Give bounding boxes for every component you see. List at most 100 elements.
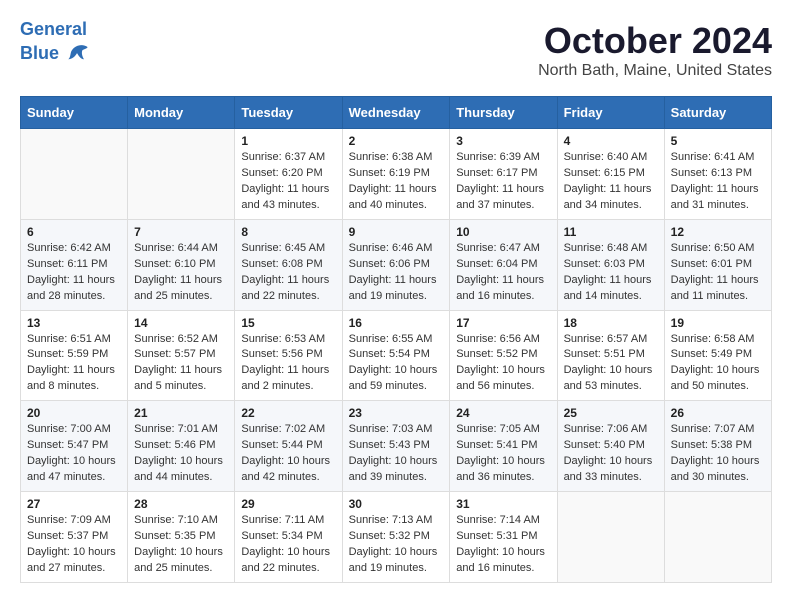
day-header-row: SundayMondayTuesdayWednesdayThursdayFrid…: [21, 97, 772, 129]
week-row-2: 6 Sunrise: 6:42 AM Sunset: 6:11 PM Daylig…: [21, 219, 772, 310]
week-row-3: 13 Sunrise: 6:51 AM Sunset: 5:59 PM Dayli…: [21, 310, 772, 401]
day-info: Sunrise: 7:06 AM Sunset: 5:40 PM Dayligh…: [564, 422, 658, 486]
day-info: Sunrise: 6:47 AM Sunset: 6:04 PM Dayligh…: [456, 241, 550, 305]
calendar-cell: 7Sunrise: 6:44 AM Sunset: 6:10 PM Daylig…: [128, 219, 235, 310]
day-info: Sunrise: 6:48 AM Sunset: 6:03 PM Dayligh…: [564, 241, 658, 305]
week-row-1: 1Sunrise: 6:37 AM Sunset: 6:20 PM Daylig…: [21, 129, 772, 220]
day-info: Sunrise: 7:03 AM Sunset: 5:43 PM Dayligh…: [349, 422, 444, 486]
calendar-cell: 21Sunrise: 7:01 AM Sunset: 5:46 PM Dayli…: [128, 401, 235, 492]
day-number: 2: [349, 134, 444, 148]
calendar-cell: 14Sunrise: 6:52 AM Sunset: 5:57 PM Dayli…: [128, 310, 235, 401]
day-number: 10: [456, 225, 550, 239]
day-number: 4: [564, 134, 658, 148]
calendar-cell: 16 Sunrise: 6:55 AM Sunset: 5:54 PM Dayli…: [342, 310, 450, 401]
day-info: Sunrise: 6:58 AM Sunset: 5:49 PM Dayligh…: [671, 332, 765, 396]
calendar-cell: 13 Sunrise: 6:51 AM Sunset: 5:59 PM Dayli…: [21, 310, 128, 401]
column-header-thursday: Thursday: [450, 97, 557, 129]
calendar-cell: 9 Sunrise: 6:46 AM Sunset: 6:06 PM Daylig…: [342, 219, 450, 310]
day-info: Sunrise: 6:52 AM Sunset: 5:57 PM Dayligh…: [134, 332, 228, 396]
calendar-cell: 23 Sunrise: 7:03 AM Sunset: 5:43 PM Dayli…: [342, 401, 450, 492]
day-info: Sunrise: 7:07 AM Sunset: 5:38 PM Dayligh…: [671, 422, 765, 486]
day-number: 29: [241, 497, 335, 511]
day-number: 15: [241, 316, 335, 330]
calendar-cell: 26 Sunrise: 7:07 AM Sunset: 5:38 PM Dayli…: [664, 401, 771, 492]
calendar-cell: 29 Sunrise: 7:11 AM Sunset: 5:34 PM Dayli…: [235, 492, 342, 583]
calendar-cell: 20 Sunrise: 7:00 AM Sunset: 5:47 PM Dayli…: [21, 401, 128, 492]
page-header: General Blue October 2024 North Bath, Ma…: [20, 20, 772, 80]
day-info: Sunrise: 6:44 AM Sunset: 6:10 PM Dayligh…: [134, 241, 228, 305]
day-info: Sunrise: 6:53 AM Sunset: 5:56 PM Dayligh…: [241, 332, 335, 396]
day-info: Sunrise: 7:02 AM Sunset: 5:44 PM Dayligh…: [241, 422, 335, 486]
calendar-cell: 3 Sunrise: 6:39 AM Sunset: 6:17 PM Daylig…: [450, 129, 557, 220]
day-info: Sunrise: 7:00 AM Sunset: 5:47 PM Dayligh…: [27, 422, 121, 486]
calendar-cell: [557, 492, 664, 583]
day-number: 23: [349, 406, 444, 420]
day-info: Sunrise: 6:51 AM Sunset: 5:59 PM Dayligh…: [27, 332, 121, 396]
column-header-tuesday: Tuesday: [235, 97, 342, 129]
day-info: Sunrise: 7:11 AM Sunset: 5:34 PM Dayligh…: [241, 513, 335, 577]
column-header-monday: Monday: [128, 97, 235, 129]
day-number: 1: [241, 134, 335, 148]
day-info: Sunrise: 7:05 AM Sunset: 5:41 PM Dayligh…: [456, 422, 550, 486]
calendar-cell: 12 Sunrise: 6:50 AM Sunset: 6:01 PM Dayli…: [664, 219, 771, 310]
day-number: 20: [27, 406, 121, 420]
calendar-title: October 2024: [538, 20, 772, 62]
column-header-wednesday: Wednesday: [342, 97, 450, 129]
calendar-cell: 5Sunrise: 6:41 AM Sunset: 6:13 PM Daylig…: [664, 129, 771, 220]
day-info: Sunrise: 6:57 AM Sunset: 5:51 PM Dayligh…: [564, 332, 658, 396]
day-info: Sunrise: 6:40 AM Sunset: 6:15 PM Dayligh…: [564, 150, 658, 214]
column-header-friday: Friday: [557, 97, 664, 129]
calendar-cell: 11 Sunrise: 6:48 AM Sunset: 6:03 PM Dayli…: [557, 219, 664, 310]
day-info: Sunrise: 6:45 AM Sunset: 6:08 PM Dayligh…: [241, 241, 335, 305]
calendar-cell: 17 Sunrise: 6:56 AM Sunset: 5:52 PM Dayli…: [450, 310, 557, 401]
day-number: 18: [564, 316, 658, 330]
day-number: 24: [456, 406, 550, 420]
day-number: 30: [349, 497, 444, 511]
day-info: Sunrise: 7:13 AM Sunset: 5:32 PM Dayligh…: [349, 513, 444, 577]
calendar-cell: 28Sunrise: 7:10 AM Sunset: 5:35 PM Dayli…: [128, 492, 235, 583]
day-number: 6: [27, 225, 121, 239]
day-number: 31: [456, 497, 550, 511]
column-header-sunday: Sunday: [21, 97, 128, 129]
day-number: 17: [456, 316, 550, 330]
day-number: 12: [671, 225, 765, 239]
logo-text2: Blue: [20, 44, 59, 64]
calendar-cell: 4 Sunrise: 6:40 AM Sunset: 6:15 PM Daylig…: [557, 129, 664, 220]
title-block: October 2024 North Bath, Maine, United S…: [538, 20, 772, 80]
week-row-4: 20 Sunrise: 7:00 AM Sunset: 5:47 PM Dayli…: [21, 401, 772, 492]
calendar-cell: 19 Sunrise: 6:58 AM Sunset: 5:49 PM Dayli…: [664, 310, 771, 401]
calendar-cell: [21, 129, 128, 220]
day-number: 25: [564, 406, 658, 420]
day-info: Sunrise: 6:56 AM Sunset: 5:52 PM Dayligh…: [456, 332, 550, 396]
day-number: 13: [27, 316, 121, 330]
day-number: 22: [241, 406, 335, 420]
day-info: Sunrise: 6:55 AM Sunset: 5:54 PM Dayligh…: [349, 332, 444, 396]
day-info: Sunrise: 6:41 AM Sunset: 6:13 PM Dayligh…: [671, 150, 765, 214]
day-info: Sunrise: 6:50 AM Sunset: 6:01 PM Dayligh…: [671, 241, 765, 305]
day-number: 11: [564, 225, 658, 239]
calendar-cell: 8Sunrise: 6:45 AM Sunset: 6:08 PM Daylig…: [235, 219, 342, 310]
calendar-cell: 10 Sunrise: 6:47 AM Sunset: 6:04 PM Dayli…: [450, 219, 557, 310]
day-info: Sunrise: 7:10 AM Sunset: 5:35 PM Dayligh…: [134, 513, 228, 577]
day-info: Sunrise: 6:39 AM Sunset: 6:17 PM Dayligh…: [456, 150, 550, 214]
day-number: 21: [134, 406, 228, 420]
calendar-cell: 22 Sunrise: 7:02 AM Sunset: 5:44 PM Dayli…: [235, 401, 342, 492]
day-number: 3: [456, 134, 550, 148]
day-info: Sunrise: 7:14 AM Sunset: 5:31 PM Dayligh…: [456, 513, 550, 577]
day-number: 27: [27, 497, 121, 511]
day-info: Sunrise: 6:46 AM Sunset: 6:06 PM Dayligh…: [349, 241, 444, 305]
day-number: 16: [349, 316, 444, 330]
day-number: 19: [671, 316, 765, 330]
week-row-5: 27 Sunrise: 7:09 AM Sunset: 5:37 PM Dayli…: [21, 492, 772, 583]
column-header-saturday: Saturday: [664, 97, 771, 129]
day-number: 9: [349, 225, 444, 239]
logo-bird-icon: [63, 40, 91, 68]
calendar-cell: [128, 129, 235, 220]
day-info: Sunrise: 7:09 AM Sunset: 5:37 PM Dayligh…: [27, 513, 121, 577]
calendar-table: SundayMondayTuesdayWednesdayThursdayFrid…: [20, 96, 772, 583]
calendar-cell: [664, 492, 771, 583]
calendar-cell: 18 Sunrise: 6:57 AM Sunset: 5:51 PM Dayli…: [557, 310, 664, 401]
day-number: 26: [671, 406, 765, 420]
day-info: Sunrise: 6:42 AM Sunset: 6:11 PM Dayligh…: [27, 241, 121, 305]
calendar-cell: 2Sunrise: 6:38 AM Sunset: 6:19 PM Daylig…: [342, 129, 450, 220]
